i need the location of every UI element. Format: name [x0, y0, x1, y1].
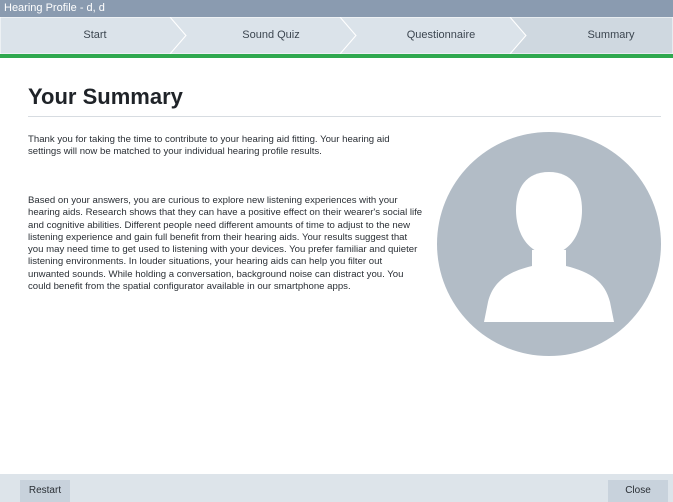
step-sound-quiz[interactable]: Sound Quiz — [186, 17, 356, 54]
summary-result-paragraph: Based on your answers, you are curious t… — [28, 195, 423, 293]
user-silhouette-icon — [437, 132, 661, 356]
close-button[interactable]: Close — [608, 480, 668, 502]
step-navigation: Start Sound Quiz Questionnaire Summary — [0, 17, 673, 54]
title-divider — [28, 116, 661, 117]
restart-button[interactable]: Restart — [20, 480, 70, 502]
summary-intro-paragraph: Thank you for taking the time to contrib… — [28, 134, 390, 158]
step-summary[interactable]: Summary — [526, 17, 673, 54]
step-questionnaire[interactable]: Questionnaire — [356, 17, 526, 54]
progress-bar — [0, 54, 673, 58]
step-start[interactable]: Start — [10, 17, 180, 54]
footer-bar: Restart Close — [0, 474, 673, 502]
window-title: Hearing Profile - d, d — [0, 0, 673, 17]
page-title: Your Summary — [28, 84, 183, 109]
